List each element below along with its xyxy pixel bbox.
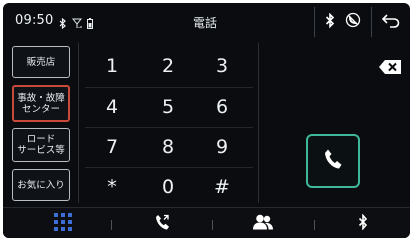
backspace-button[interactable] — [379, 59, 401, 74]
phone-screen: 09:50 電話 販売店 事故・故障 センター ロード サービス等 お気に入り … — [3, 3, 410, 238]
tab-keypad[interactable] — [43, 208, 83, 238]
call-button[interactable] — [306, 134, 360, 188]
divider — [78, 43, 79, 203]
connection-status — [314, 7, 371, 37]
road-service-button[interactable]: ロード サービス等 — [12, 128, 70, 162]
backspace-icon — [379, 59, 401, 78]
no-phone-icon — [345, 12, 361, 32]
favorites-button[interactable]: お気に入り — [12, 169, 70, 201]
bottom-tab-bar — [3, 207, 410, 238]
status-bar: 09:50 電話 — [3, 3, 410, 41]
keypad-icon — [54, 212, 72, 235]
key-5[interactable]: 5 — [141, 88, 195, 126]
call-history-icon — [155, 214, 171, 234]
key-7[interactable]: 7 — [85, 128, 139, 166]
divider — [258, 43, 259, 203]
status-icons — [59, 14, 93, 33]
favorites-label: お気に入り — [17, 179, 65, 191]
back-arrow-icon — [381, 13, 400, 32]
top-right-controls — [314, 3, 410, 41]
screen-title: 電話 — [193, 16, 218, 30]
key-2[interactable]: 2 — [141, 47, 195, 85]
phone-call-icon — [323, 148, 343, 174]
key-3[interactable]: 3 — [195, 47, 249, 85]
key-1[interactable]: 1 — [85, 47, 139, 85]
clock: 09:50 — [15, 13, 54, 28]
divider — [314, 220, 315, 230]
bluetooth-icon — [358, 212, 368, 234]
back-button[interactable] — [371, 7, 410, 37]
accident-breakdown-center-button[interactable]: 事故・故障 センター — [12, 85, 70, 122]
signal-icon — [71, 14, 83, 33]
tab-contacts[interactable] — [243, 208, 283, 238]
divider — [111, 220, 112, 230]
key-hash[interactable]: # — [195, 168, 249, 206]
tab-call-history[interactable] — [143, 208, 183, 238]
key-8[interactable]: 8 — [141, 128, 195, 166]
key-0[interactable]: 0 — [141, 168, 195, 206]
divider — [212, 220, 213, 230]
key-star[interactable]: * — [85, 168, 139, 206]
bluetooth-icon — [325, 12, 335, 32]
key-9[interactable]: 9 — [195, 128, 249, 166]
bluetooth-icon — [59, 14, 67, 33]
contacts-icon — [252, 214, 274, 234]
battery-icon — [87, 14, 93, 33]
road-service-label: ロード サービス等 — [17, 134, 65, 156]
tab-bluetooth[interactable] — [343, 208, 383, 238]
accident-center-label: 事故・故障 センター — [17, 92, 65, 115]
key-6[interactable]: 6 — [195, 88, 249, 126]
dial-keypad: 1 2 3 4 5 6 7 8 9 * 0 # — [85, 47, 253, 207]
dealer-label: 販売店 — [26, 56, 56, 68]
dealer-button[interactable]: 販売店 — [12, 46, 70, 78]
key-4[interactable]: 4 — [85, 88, 139, 126]
